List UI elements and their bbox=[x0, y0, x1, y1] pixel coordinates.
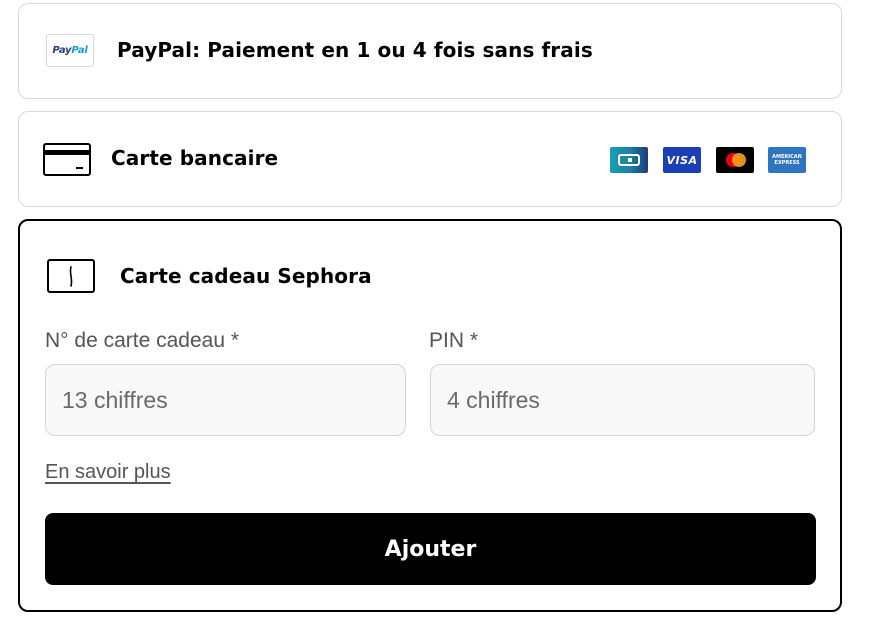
pin-label: PIN * bbox=[429, 329, 479, 352]
paypal-option[interactable]: Pay Pal PayPal: Paiement en 1 ou 4 fois s… bbox=[18, 3, 842, 99]
card-number-input[interactable] bbox=[45, 364, 406, 436]
gift-card-title: Carte cadeau Sephora bbox=[120, 264, 372, 288]
card-payment-title: Carte bancaire bbox=[111, 146, 279, 170]
paypal-logo-pal: Pal bbox=[71, 45, 88, 56]
amex-logo: AMERICAN EXPRESS bbox=[768, 147, 806, 173]
pin-input[interactable] bbox=[430, 364, 815, 436]
card-payment-option[interactable]: Carte bancaire VISA AMERICAN EXPRESS bbox=[18, 111, 842, 207]
mastercard-logo bbox=[716, 147, 754, 173]
gift-card-icon bbox=[47, 259, 95, 293]
cb-logo bbox=[610, 147, 648, 173]
paypal-option-title: PayPal: Paiement en 1 ou 4 fois sans fra… bbox=[117, 38, 593, 62]
credit-card-icon bbox=[43, 143, 91, 176]
card-number-label: N° de carte cadeau * bbox=[45, 329, 240, 352]
paypal-logo: Pay Pal bbox=[46, 34, 94, 67]
paypal-logo-pay: Pay bbox=[52, 45, 72, 56]
learn-more-link[interactable]: En savoir plus bbox=[45, 461, 171, 484]
amex-logo-line2: EXPRESS bbox=[774, 160, 800, 166]
gift-card-option[interactable]: Carte cadeau Sephora N° de carte cadeau … bbox=[18, 219, 842, 612]
visa-logo: VISA bbox=[663, 147, 701, 173]
add-gift-card-button[interactable]: Ajouter bbox=[45, 513, 816, 585]
